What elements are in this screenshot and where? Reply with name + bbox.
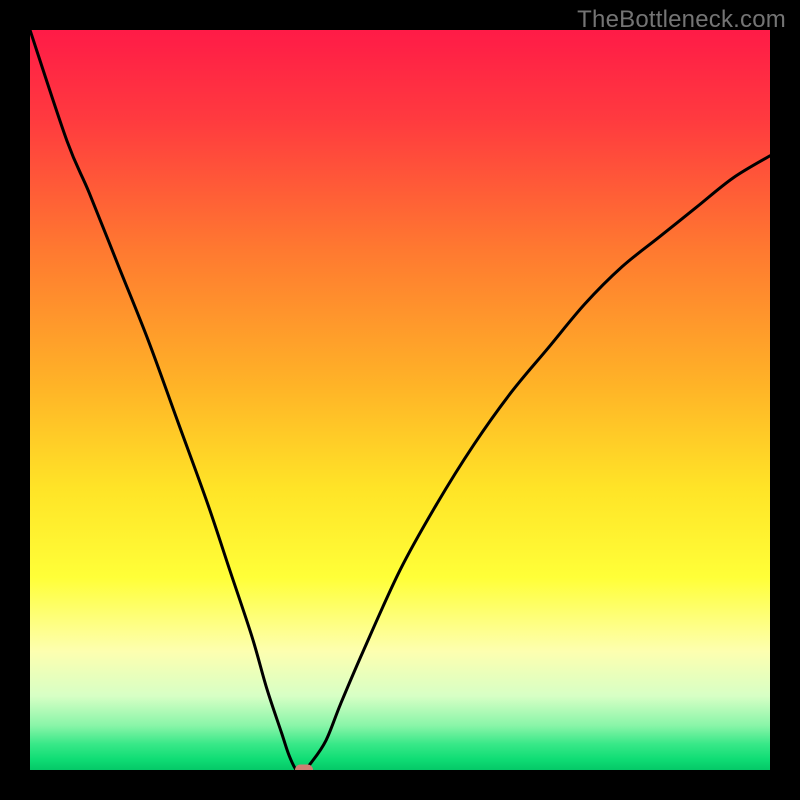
watermark-label: TheBottleneck.com — [577, 6, 786, 34]
chart-frame: TheBottleneck.com — [0, 0, 800, 800]
bottleneck-curve — [30, 30, 770, 770]
plot-area — [30, 30, 770, 770]
optimal-point-marker — [295, 765, 313, 771]
